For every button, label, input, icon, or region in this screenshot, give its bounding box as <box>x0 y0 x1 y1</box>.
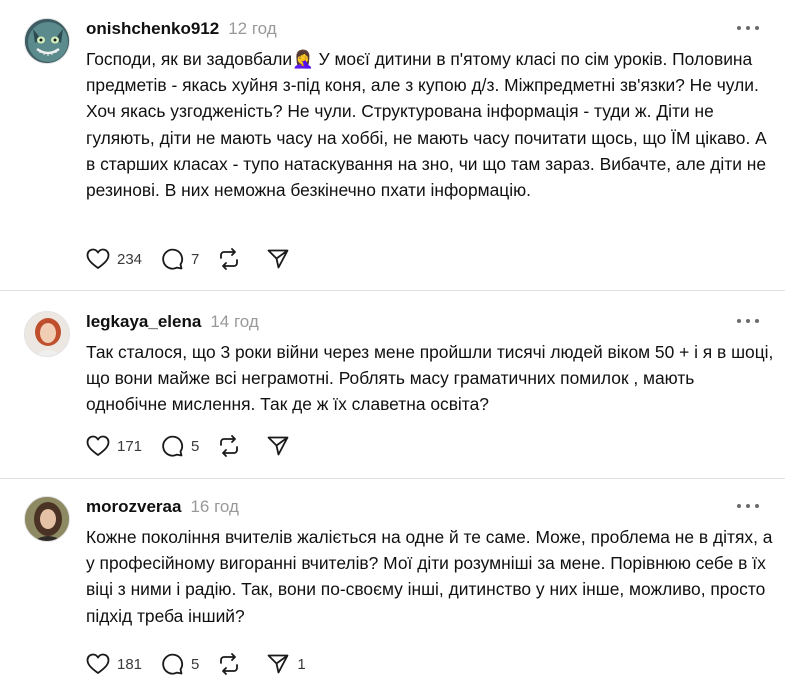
repost-icon <box>220 653 239 675</box>
action-bar: 171 5 <box>86 433 315 459</box>
repost-button[interactable] <box>217 652 248 676</box>
repost-icon <box>220 248 239 270</box>
share-button[interactable]: 1 <box>266 652 306 676</box>
username[interactable]: onishchenko912 <box>86 18 219 40</box>
comment-text: Кожне покоління вчителів жаліється на од… <box>86 527 773 626</box>
more-dots-icon[interactable] <box>737 499 759 513</box>
like-count: 234 <box>117 250 143 268</box>
share-button[interactable] <box>266 247 297 271</box>
heart-icon <box>86 653 110 674</box>
woman-photo-avatar-image <box>25 312 69 356</box>
reply-count: 5 <box>191 655 200 673</box>
woman-photo-avatar-image <box>25 497 69 541</box>
timestamp: 16 год <box>190 497 239 516</box>
repost-button[interactable] <box>217 434 248 458</box>
timestamp: 14 год <box>210 312 259 331</box>
comment-bubble-icon <box>162 435 184 457</box>
reply-button[interactable]: 5 <box>160 434 199 458</box>
reply-button[interactable]: 7 <box>160 247 199 271</box>
like-count: 171 <box>117 437 143 455</box>
like-button[interactable]: 234 <box>86 248 142 270</box>
comment-post: onishchenko912 12 год Господи, як ви зад… <box>0 0 785 290</box>
more-dots-icon[interactable] <box>737 314 759 328</box>
comment-post: legkaya_elena 14 год Так сталося, що 3 р… <box>0 291 785 478</box>
like-button[interactable]: 171 <box>86 435 142 457</box>
timestamp: 12 год <box>228 19 277 38</box>
repost-button[interactable] <box>217 247 248 271</box>
comment-post: morozveraa 16 год Кожне покоління вчител… <box>0 479 785 697</box>
avatar[interactable] <box>24 496 70 542</box>
cat-avatar-image <box>25 19 69 63</box>
share-button[interactable] <box>266 434 297 458</box>
action-bar: 181 5 1 <box>86 651 324 677</box>
comment-bubble-icon <box>162 248 184 270</box>
avatar[interactable] <box>24 311 70 357</box>
action-bar: 234 7 <box>86 246 315 272</box>
more-dots-icon[interactable] <box>737 21 759 35</box>
like-button[interactable]: 181 <box>86 653 142 675</box>
username[interactable]: legkaya_elena <box>86 311 201 333</box>
send-icon <box>267 654 289 674</box>
send-icon <box>267 249 289 269</box>
comment-text: Господи, як ви задовбали🤦‍♀️ У моєї дити… <box>86 49 767 201</box>
reply-count: 5 <box>191 437 200 455</box>
share-count: 1 <box>297 655 306 673</box>
repost-icon <box>220 435 239 457</box>
send-icon <box>267 436 289 456</box>
reply-count: 7 <box>191 250 200 268</box>
reply-button[interactable]: 5 <box>160 652 199 676</box>
like-count: 181 <box>117 655 143 673</box>
username[interactable]: morozveraa <box>86 496 181 518</box>
heart-icon <box>86 435 110 456</box>
comment-bubble-icon <box>162 653 184 675</box>
comment-text: Так сталося, що 3 роки війни через мене … <box>86 342 774 415</box>
heart-icon <box>86 248 110 269</box>
avatar[interactable] <box>24 18 70 64</box>
